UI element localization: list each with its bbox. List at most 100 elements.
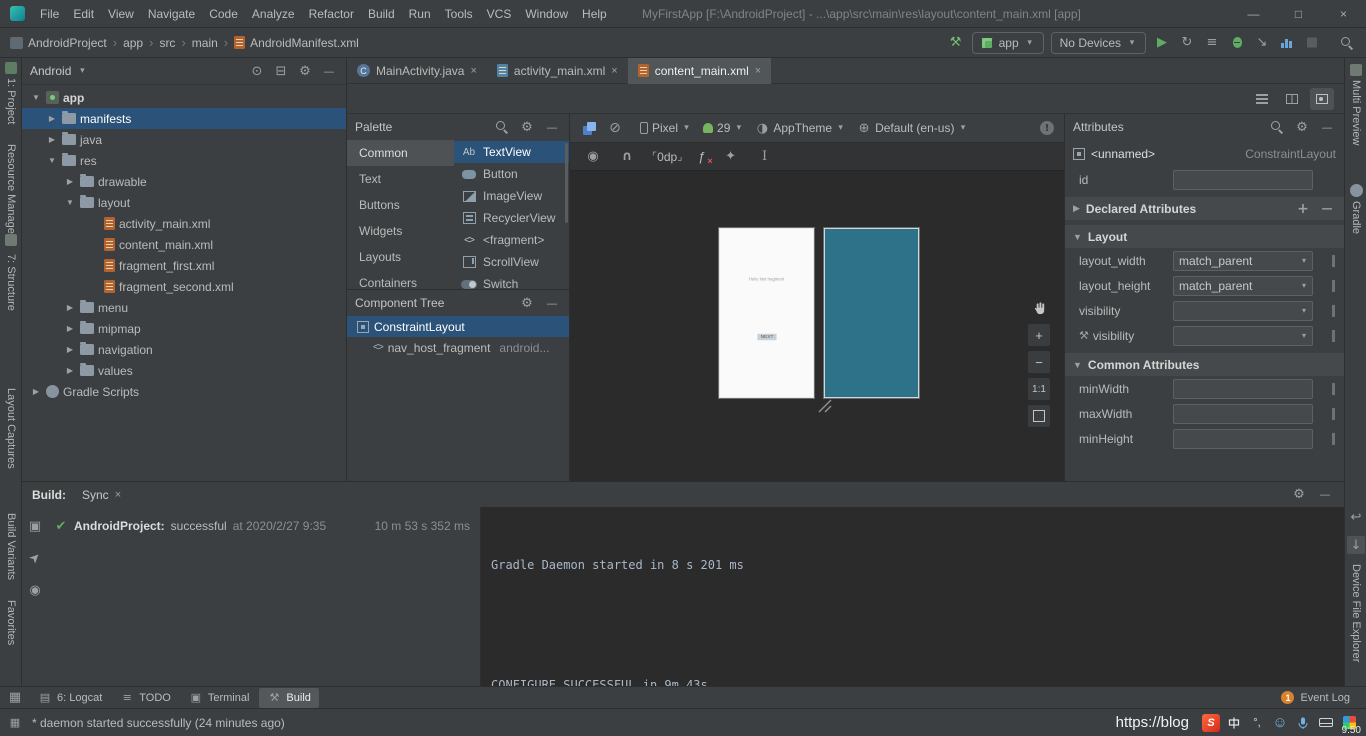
tree-item-mipmap[interactable]: mipmap [22, 318, 346, 339]
maximize-button[interactable]: □ [1276, 0, 1321, 28]
tree-item-java[interactable]: java [22, 129, 346, 150]
ime-punctuation-icon[interactable]: °, [1248, 714, 1266, 732]
palette-category-text[interactable]: Text [347, 166, 454, 192]
menu-navigate[interactable]: Navigate [141, 0, 202, 28]
locale-selector[interactable]: Default (en-us) [857, 119, 967, 137]
close-icon[interactable]: × [755, 65, 761, 77]
breadcrumb-project[interactable]: AndroidProject [28, 36, 107, 50]
inspect-button[interactable] [26, 581, 44, 599]
hide-panel-button[interactable] [1316, 486, 1334, 504]
bookmark-icon[interactable] [0, 234, 22, 246]
layout-height-select[interactable]: match_parent ▾ [1173, 276, 1313, 296]
tool-build[interactable]: ⚒ Build [259, 688, 318, 708]
chevron-right-icon[interactable] [64, 345, 76, 354]
chevron-right-icon[interactable] [64, 303, 76, 312]
gear-icon[interactable] [1293, 118, 1311, 136]
breadcrumb-src[interactable]: src [159, 36, 175, 50]
minheight-input[interactable] [1173, 429, 1313, 449]
zoom-to-fit-button[interactable] [1028, 405, 1050, 427]
zoom-in-button[interactable]: + [1028, 324, 1050, 346]
device-selector[interactable]: Pixel [640, 119, 691, 137]
ime-keyboard-icon[interactable] [1317, 714, 1335, 732]
palette-item-imageview[interactable]: ImageView [454, 185, 569, 207]
gear-icon[interactable] [518, 118, 536, 136]
visibility-select[interactable]: ▾ [1173, 301, 1313, 321]
tools-attribute-flag[interactable] [1332, 280, 1335, 292]
default-margin-control[interactable]: ⌜ 0dp ⌟ [652, 150, 682, 164]
tool-logcat[interactable]: 6: Logcat [30, 688, 110, 708]
split-view-button[interactable] [1280, 88, 1304, 110]
palette-item-textview[interactable]: TextView [454, 141, 569, 163]
run-configurations-icon[interactable] [1203, 34, 1221, 52]
tree-item-res[interactable]: res [22, 150, 346, 171]
api-selector[interactable]: 29 [703, 119, 743, 137]
chevron-down-icon[interactable] [46, 156, 58, 165]
tool-device-file-explorer[interactable]: Device File Explorer [1345, 564, 1366, 662]
chevron-down-icon[interactable] [30, 93, 42, 102]
tool-resource-manager[interactable]: Resource Manager [0, 144, 22, 238]
hide-panel-button[interactable] [543, 118, 561, 136]
menu-edit[interactable]: Edit [66, 0, 101, 28]
toggle-tool-buttons-icon[interactable] [8, 714, 22, 732]
clear-constraints-button[interactable]: × [698, 149, 705, 164]
menu-analyze[interactable]: Analyze [245, 0, 302, 28]
build-result-row[interactable]: AndroidProject: successful at 2020/2/27 … [48, 515, 480, 537]
zoom-out-button[interactable]: − [1028, 351, 1050, 373]
chevron-right-icon[interactable] [46, 135, 58, 144]
chevron-right-icon[interactable] [64, 324, 76, 333]
infer-constraints-button[interactable] [722, 148, 740, 166]
add-attribute-button[interactable] [1294, 200, 1312, 218]
breadcrumb-file[interactable]: AndroidManifest.xml [250, 36, 359, 50]
device-selector[interactable]: No Devices [1051, 32, 1146, 54]
tab-content-main[interactable]: content_main.xml × [628, 58, 771, 84]
menu-file[interactable]: File [33, 0, 66, 28]
palette-category-common[interactable]: Common [347, 140, 454, 166]
palette-category-layouts[interactable]: Layouts [347, 244, 454, 270]
palette-item-button[interactable]: Button [454, 163, 569, 185]
hide-panel-button[interactable] [543, 294, 561, 312]
declared-attributes-section[interactable]: ▶ Declared Attributes [1065, 197, 1344, 220]
close-icon[interactable]: × [470, 65, 476, 77]
close-icon[interactable]: × [115, 489, 121, 501]
blueprint-toggle-button[interactable] [606, 119, 624, 137]
menu-tools[interactable]: Tools [438, 0, 480, 28]
tree-item-drawable[interactable]: drawable [22, 171, 346, 192]
soft-wrap-button[interactable] [1345, 508, 1366, 526]
palette-search-button[interactable] [493, 118, 511, 136]
menu-code[interactable]: Code [202, 0, 245, 28]
tool-favorites[interactable]: Favorites [0, 600, 22, 645]
tool-window-switcher-icon[interactable] [6, 689, 24, 707]
tool-project[interactable]: 1: Project [0, 62, 22, 124]
zoom-reset-button[interactable]: 1:1 [1028, 378, 1050, 400]
palette-category-buttons[interactable]: Buttons [347, 192, 454, 218]
view-options-button[interactable] [584, 148, 602, 166]
tool-terminal[interactable]: Terminal [181, 688, 258, 708]
menu-refactor[interactable]: Refactor [302, 0, 361, 28]
id-input[interactable] [1173, 170, 1313, 190]
run-button[interactable] [1153, 34, 1171, 52]
theme-selector[interactable]: AppTheme [755, 119, 845, 137]
sync-tab[interactable]: Sync × [82, 488, 121, 502]
profiler-button[interactable] [1278, 34, 1296, 52]
autoconnect-toggle-button[interactable] [618, 148, 636, 166]
menu-help[interactable]: Help [575, 0, 614, 28]
layout-width-select[interactable]: match_parent ▾ [1173, 251, 1313, 271]
build-console[interactable]: Gradle Daemon started in 8 s 201 ms CONF… [480, 507, 1344, 686]
menu-view[interactable]: View [101, 0, 141, 28]
ime-mic-icon[interactable] [1294, 714, 1312, 732]
tool-build-variants[interactable]: Build Variants [0, 513, 22, 580]
tools-attribute-flag[interactable] [1332, 408, 1335, 420]
minimize-button[interactable]: — [1231, 0, 1276, 28]
tree-item-content-main[interactable]: content_main.xml [22, 234, 346, 255]
chevron-right-icon[interactable] [64, 366, 76, 375]
resize-handle[interactable] [818, 399, 832, 416]
tool-structure[interactable]: 7: Structure [0, 254, 22, 311]
debug-button[interactable] [1228, 34, 1246, 52]
menu-build[interactable]: Build [361, 0, 402, 28]
search-everywhere-button[interactable] [1338, 34, 1356, 52]
tool-layout-captures[interactable]: Layout Captures [0, 388, 22, 469]
tools-attribute-flag[interactable] [1332, 330, 1335, 342]
event-log-button[interactable]: 1 Event Log [1281, 691, 1350, 704]
palette-scrollbar[interactable] [565, 143, 568, 223]
component-nav-host-fragment[interactable]: <> nav_host_fragment android... [347, 337, 569, 358]
